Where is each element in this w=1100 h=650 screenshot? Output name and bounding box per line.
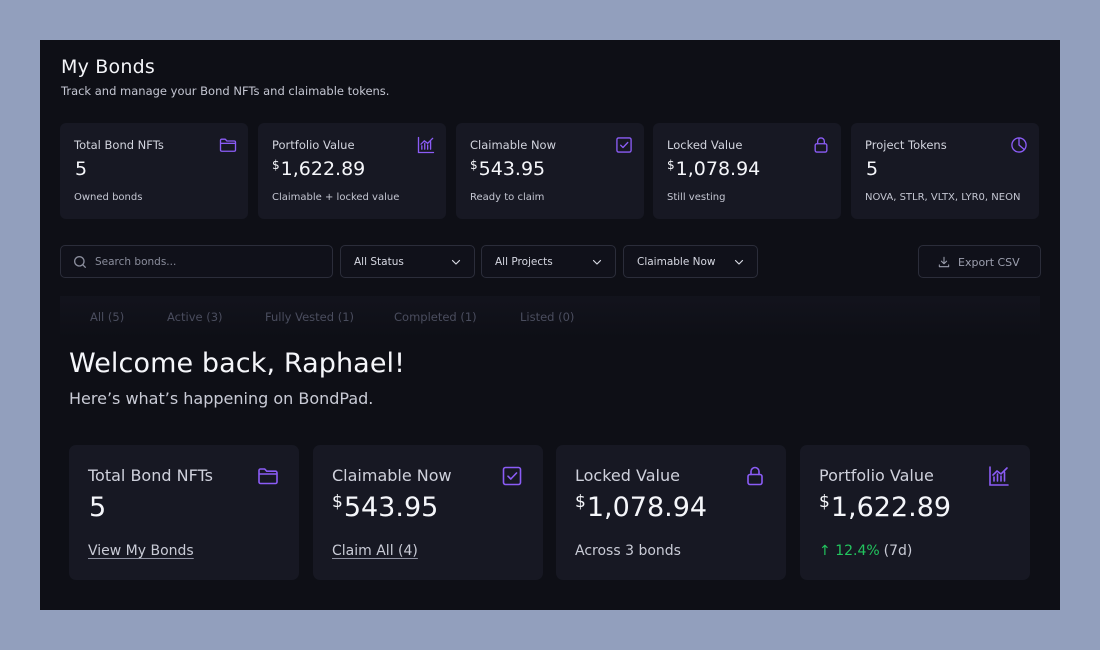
tab-fully-vested[interactable]: Fully Vested (1) <box>265 310 354 324</box>
stat-sub: Still vesting <box>667 192 726 203</box>
overview-card-total-bond-nfts: Total Bond NFTs 5 View My Bonds <box>69 445 299 580</box>
overview-value: $1,078.94 <box>575 492 708 523</box>
export-csv-button[interactable]: Export CSV <box>918 245 1041 278</box>
tab-completed[interactable]: Completed (1) <box>394 310 477 324</box>
overview-label: Claimable Now <box>332 466 452 485</box>
stat-card-claimable-now: Claimable Now $543.95 Ready to claim <box>456 123 644 219</box>
stat-card-project-tokens: Project Tokens 5 NOVA, STLR, VLTX, LYR0,… <box>851 123 1039 219</box>
export-label: Export CSV <box>958 256 1020 269</box>
lock-icon <box>747 466 763 486</box>
stat-card-locked-value: Locked Value $1,078.94 Still vesting <box>653 123 841 219</box>
tab-active[interactable]: Active (3) <box>167 310 223 324</box>
bond-tabs: All (5) Active (3) Fully Vested (1) Comp… <box>60 296 1040 338</box>
chart-icon <box>989 466 1009 486</box>
download-icon <box>938 256 950 268</box>
chevron-down-icon <box>451 259 461 265</box>
pie-chart-icon <box>1011 137 1027 153</box>
dropdown-label: All Status <box>354 256 404 268</box>
page-title: My Bonds <box>61 56 155 78</box>
my-bonds-page: My Bonds Track and manage your Bond NFTs… <box>40 40 1060 610</box>
overview-foot: Across 3 bonds <box>575 543 681 559</box>
welcome-title: Welcome back, Raphael! <box>69 348 406 379</box>
stat-card-portfolio-value: Portfolio Value $1,622.89 Claimable + lo… <box>258 123 446 219</box>
portfolio-trend: ↑ 12.4% (7d) <box>819 543 912 559</box>
lock-icon <box>814 137 828 153</box>
stat-label: Total Bond NFTs <box>74 138 164 152</box>
stat-sub: Owned bonds <box>74 192 143 203</box>
folder-icon <box>258 468 278 485</box>
search-box[interactable] <box>60 245 333 278</box>
overview-value: $1,622.89 <box>819 492 952 523</box>
trend-value: 12.4% <box>835 543 880 559</box>
stat-label: Portfolio Value <box>272 138 355 152</box>
tab-all[interactable]: All (5) <box>90 310 124 324</box>
stat-label: Project Tokens <box>865 138 947 152</box>
chevron-down-icon <box>734 259 744 265</box>
overview-value: $543.95 <box>332 492 439 523</box>
overview-card-portfolio-value: Portfolio Value $1,622.89 ↑ 12.4% (7d) <box>800 445 1030 580</box>
sort-dropdown[interactable]: Claimable Now <box>623 245 758 278</box>
overview-label: Locked Value <box>575 466 680 485</box>
status-filter-dropdown[interactable]: All Status <box>340 245 475 278</box>
chevron-down-icon <box>592 259 602 265</box>
stat-value: $543.95 <box>470 158 546 180</box>
view-my-bonds-link[interactable]: View My Bonds <box>88 543 194 559</box>
stat-value: 5 <box>866 158 879 180</box>
checkbox-icon <box>616 137 632 153</box>
chart-icon <box>417 136 435 154</box>
welcome-subtitle: Here’s what’s happening on BondPad. <box>69 389 374 408</box>
search-input[interactable] <box>95 246 325 277</box>
overview-label: Total Bond NFTs <box>88 466 213 485</box>
search-icon <box>74 255 86 268</box>
overview-card-claimable-now: Claimable Now $543.95 Claim All (4) <box>313 445 543 580</box>
trend-up-arrow-icon: ↑ <box>819 543 831 559</box>
stat-sub: NOVA, STLR, VLTX, LYR0, NEON <box>865 192 1021 203</box>
stat-label: Claimable Now <box>470 138 556 152</box>
tab-listed[interactable]: Listed (0) <box>520 310 574 324</box>
stat-value: 5 <box>75 158 88 180</box>
stat-label: Locked Value <box>667 138 743 152</box>
overview-label: Portfolio Value <box>819 466 934 485</box>
stat-value: $1,078.94 <box>667 158 761 180</box>
overview-value: 5 <box>89 492 107 523</box>
overview-card-locked-value: Locked Value $1,078.94 Across 3 bonds <box>556 445 786 580</box>
dropdown-label: Claimable Now <box>637 256 716 268</box>
trend-period: (7d) <box>883 543 913 559</box>
stat-sub: Claimable + locked value <box>272 192 400 203</box>
folder-icon <box>219 138 237 152</box>
dropdown-label: All Projects <box>495 256 553 268</box>
project-filter-dropdown[interactable]: All Projects <box>481 245 616 278</box>
stat-card-total-bond-nfts: Total Bond NFTs 5 Owned bonds <box>60 123 248 219</box>
stat-value: $1,622.89 <box>272 158 366 180</box>
checkbox-icon <box>502 466 522 486</box>
stat-sub: Ready to claim <box>470 192 545 203</box>
page-subtitle: Track and manage your Bond NFTs and clai… <box>61 84 390 98</box>
claim-all-link[interactable]: Claim All (4) <box>332 543 418 559</box>
